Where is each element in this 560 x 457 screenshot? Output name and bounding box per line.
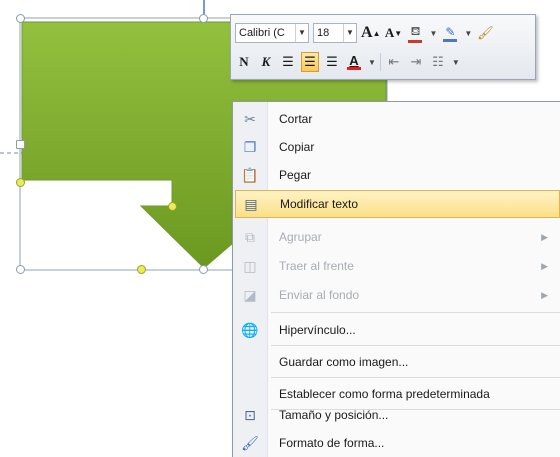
- clipboard-paste-icon: 📋: [241, 166, 259, 183]
- submenu-arrow-icon: ▶: [541, 260, 548, 271]
- grow-font-icon: A: [361, 24, 373, 41]
- menu-item-enviar-al-fondo[interactable]: ◪ Enviar al fondo ▶: [235, 281, 560, 309]
- italic-icon: K: [261, 54, 271, 69]
- submenu-arrow-icon: ▶: [541, 289, 548, 300]
- menu-item-label: Enviar al fondo: [279, 288, 360, 302]
- menu-item-label: Pegar: [279, 168, 312, 182]
- mini-toolbar: Calibri (C ▼ 18 ▼ A ▲ A ▼ ⛾ ▼ ✎ ▼ 🖌 N K …: [230, 14, 536, 80]
- format-painter-icon: 🖌: [477, 25, 494, 40]
- edit-text-icon: ▤: [244, 195, 258, 212]
- increase-indent-icon: ⇥: [410, 54, 422, 69]
- font-size-combo[interactable]: 18 ▼: [313, 23, 357, 43]
- resize-handle-bottom-center[interactable]: [199, 265, 208, 274]
- menu-item-pegar[interactable]: 📋 Pegar: [235, 161, 560, 189]
- increase-indent-button[interactable]: ⇥: [407, 52, 425, 72]
- menu-item-label: Hipervínculo...: [279, 323, 356, 337]
- font-size-value: 18: [317, 27, 330, 39]
- adjust-handle-bottom[interactable]: [137, 265, 146, 274]
- hyperlink-globe-icon: 🌐: [241, 321, 259, 338]
- menu-item-copiar[interactable]: ❐ Copiar: [235, 133, 560, 161]
- menu-item-agrupar[interactable]: ⧉ Agrupar ▶: [235, 223, 560, 251]
- menu-item-label: Formato de forma...: [279, 436, 385, 450]
- align-left-icon: ☰: [282, 54, 294, 69]
- chevron-down-icon[interactable]: ▼: [464, 29, 472, 38]
- chevron-down-icon[interactable]: ▼: [452, 58, 460, 67]
- resize-handle-top-center[interactable]: [199, 14, 208, 23]
- font-color-icon: A: [349, 53, 359, 68]
- paint-bucket-icon: ⛾: [410, 23, 421, 38]
- menu-item-label: Modificar texto: [280, 197, 359, 211]
- align-left-button[interactable]: ☰: [279, 52, 297, 72]
- adjust-handle-left[interactable]: [16, 178, 25, 187]
- bold-icon: N: [239, 54, 249, 69]
- send-to-back-icon: ◪: [243, 286, 257, 303]
- bold-button[interactable]: N: [235, 52, 253, 72]
- pen-line-icon: ✎: [445, 24, 456, 39]
- shrink-font-button[interactable]: A ▼: [384, 23, 402, 43]
- resize-handle-middle-left[interactable]: [16, 140, 25, 149]
- menu-item-traer-al-frente[interactable]: ◫ Traer al frente ▶: [235, 252, 560, 280]
- menu-item-label: Guardar como imagen...: [279, 355, 409, 369]
- menu-item-label: Tamaño y posición...: [279, 408, 389, 422]
- chevron-down-icon: ▼: [295, 24, 308, 42]
- copy-icon: ❐: [243, 138, 257, 155]
- menu-item-guardar-como-imagen[interactable]: Guardar como imagen...: [235, 348, 560, 376]
- menu-separator: [271, 377, 560, 378]
- menu-separator: [271, 312, 560, 313]
- format-painter-button[interactable]: 🖌: [476, 23, 494, 43]
- toolbar-separator: [379, 53, 381, 71]
- fill-color-bar: [408, 39, 423, 43]
- align-center-button[interactable]: ☰: [301, 52, 319, 72]
- font-name-combo[interactable]: Calibri (C ▼: [235, 23, 309, 43]
- menu-item-label: Establecer como forma predeterminada: [279, 387, 490, 401]
- context-menu: ✂ Cortar ❐ Copiar 📋 Pegar ▤ Modificar te…: [232, 101, 560, 457]
- menu-item-label: Copiar: [279, 140, 315, 154]
- menu-item-hipervinculo[interactable]: 🌐 Hipervínculo...: [235, 316, 560, 344]
- menu-separator: [271, 345, 560, 346]
- grow-font-button[interactable]: A ▲: [361, 23, 380, 43]
- align-center-icon: ☰: [304, 54, 316, 69]
- menu-item-label: Cortar: [279, 112, 313, 126]
- chevron-down-icon[interactable]: ▼: [429, 29, 437, 38]
- chevron-down-icon: ▼: [343, 24, 356, 42]
- format-shape-icon: 🖌: [241, 434, 259, 451]
- line-color-button[interactable]: ✎: [441, 23, 459, 43]
- size-position-icon: ⊡: [244, 406, 256, 423]
- resize-handle-top-left[interactable]: [16, 14, 25, 23]
- menu-item-tamano-y-posicion[interactable]: ⊡ Tamaño y posición...: [235, 401, 560, 429]
- font-color-button[interactable]: A: [345, 52, 363, 72]
- align-right-icon: ☰: [326, 54, 338, 69]
- menu-item-label: Agrupar: [279, 230, 322, 244]
- align-right-button[interactable]: ☰: [323, 52, 341, 72]
- menu-item-cortar[interactable]: ✂ Cortar: [235, 105, 560, 133]
- bring-to-front-icon: ◫: [243, 257, 257, 274]
- resize-handle-bottom-left[interactable]: [16, 265, 25, 274]
- scissors-icon: ✂: [244, 110, 256, 127]
- shrink-font-icon: A: [384, 25, 395, 40]
- adjust-handle-arrow-neck[interactable]: [168, 202, 177, 211]
- decrease-indent-button[interactable]: ⇤: [385, 52, 403, 72]
- menu-item-formato-de-forma[interactable]: 🖌 Formato de forma...: [235, 429, 560, 457]
- chevron-down-icon[interactable]: ▼: [368, 58, 376, 67]
- submenu-arrow-icon: ▶: [541, 231, 548, 242]
- font-color-bar: [347, 67, 361, 70]
- menu-item-label: Traer al frente: [279, 259, 354, 273]
- group-icon: ⧉: [245, 228, 255, 245]
- fill-color-button[interactable]: ⛾: [406, 23, 424, 43]
- decrease-indent-icon: ⇤: [388, 54, 400, 69]
- italic-button[interactable]: K: [257, 52, 275, 72]
- font-name-value: Calibri (C: [239, 27, 285, 39]
- menu-item-modificar-texto[interactable]: ▤ Modificar texto: [235, 190, 560, 218]
- line-color-bar: [443, 38, 458, 42]
- bullet-list-icon: ☷: [432, 54, 444, 69]
- bullets-button[interactable]: ☷: [429, 52, 447, 72]
